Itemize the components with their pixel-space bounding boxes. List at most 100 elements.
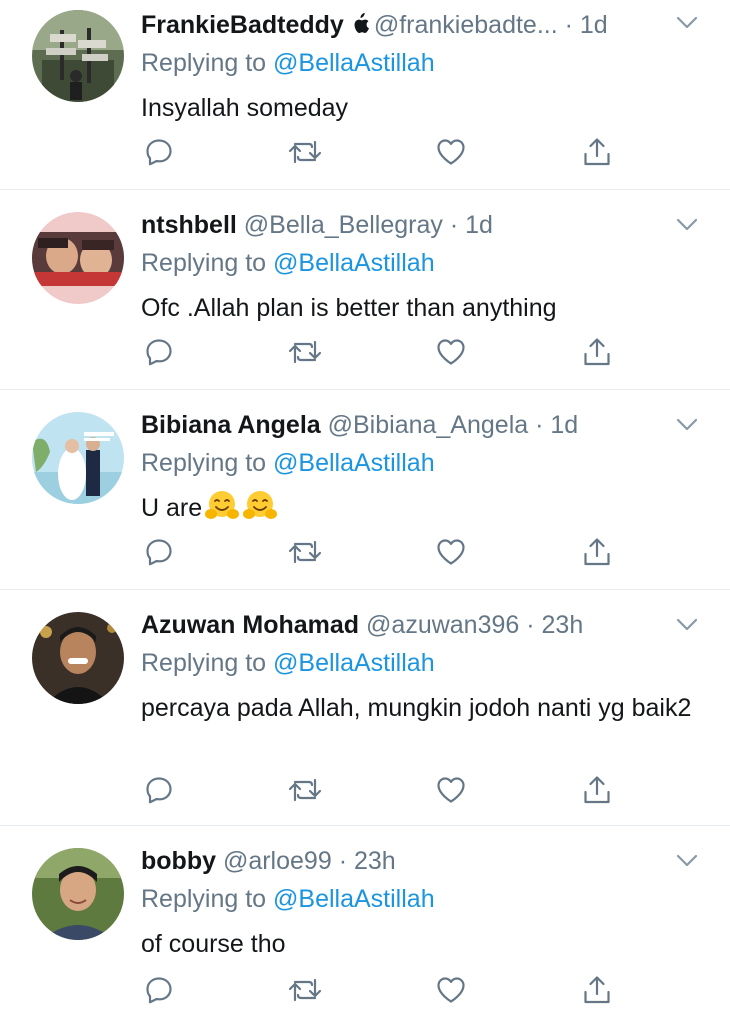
replying-to: Replying to @BellaAstillah (141, 884, 435, 914)
avatar[interactable] (32, 10, 124, 102)
reply-button[interactable] (143, 536, 175, 568)
mention-link[interactable]: @BellaAstillah (273, 249, 435, 277)
like-icon (437, 977, 465, 1003)
reply-tweet[interactable]: FrankieBadteddy @frankiebadte... · 1d Rep… (0, 0, 730, 190)
like-button[interactable] (435, 336, 467, 368)
chevron-down-icon[interactable] (676, 618, 698, 632)
mention-link[interactable]: @BellaAstillah (273, 885, 435, 913)
retweet-icon (288, 540, 322, 564)
like-icon (437, 139, 465, 165)
user-handle[interactable]: @frankiebadte... (374, 11, 558, 39)
timestamp[interactable]: · 23h (526, 611, 583, 639)
like-button[interactable] (435, 774, 467, 806)
replying-to: Replying to @BellaAstillah (141, 648, 435, 678)
replying-prefix: Replying to (141, 649, 274, 677)
share-icon (584, 338, 610, 366)
share-button[interactable] (581, 536, 613, 568)
chevron-down-icon[interactable] (676, 218, 698, 232)
mention-link[interactable]: @BellaAstillah (273, 49, 435, 77)
replying-to: Replying to @BellaAstillah (141, 448, 435, 478)
user-handle[interactable]: @Bibiana_Angela (328, 411, 529, 439)
avatar[interactable] (32, 412, 124, 504)
retweet-button[interactable] (287, 336, 323, 368)
hugging-face-emoji (242, 490, 278, 532)
display-name[interactable]: ntshbell (141, 211, 237, 239)
share-button[interactable] (581, 336, 613, 368)
reply-icon (146, 539, 172, 566)
reply-button[interactable] (143, 774, 175, 806)
tweet-text: percaya pada Allah, mungkin jodoh nanti … (141, 694, 692, 722)
retweet-button[interactable] (287, 136, 323, 168)
mention-link[interactable]: @BellaAstillah (273, 649, 435, 677)
share-button[interactable] (581, 774, 613, 806)
avatar[interactable] (32, 612, 124, 704)
tweet-text: of course tho (141, 930, 286, 958)
display-name[interactable]: Bibiana Angela (141, 411, 321, 439)
replying-to: Replying to @BellaAstillah (141, 248, 435, 278)
timestamp[interactable]: · 1d (535, 411, 578, 439)
retweet-button[interactable] (287, 536, 323, 568)
retweet-button[interactable] (287, 774, 323, 806)
like-icon (437, 339, 465, 365)
share-icon (584, 538, 610, 566)
tweet-text: U are (141, 494, 203, 522)
replying-prefix: Replying to (141, 49, 274, 77)
timestamp[interactable]: · 1d (450, 211, 493, 239)
share-icon (584, 138, 610, 166)
tweet-text: Ofc .Allah plan is better than anything (141, 294, 557, 322)
reply-icon (146, 139, 172, 166)
avatar[interactable] (32, 848, 124, 940)
hugging-face-emoji (204, 490, 240, 532)
like-icon (437, 777, 465, 803)
action-bar (141, 136, 620, 172)
reply-tweet[interactable]: Bibiana Angela @Bibiana_Angela · 1d Repl… (0, 390, 730, 590)
user-handle[interactable]: @arloe99 (223, 847, 332, 875)
display-name[interactable]: Azuwan Mohamad (141, 611, 359, 639)
replying-to: Replying to @BellaAstillah (141, 48, 435, 78)
replying-prefix: Replying to (141, 885, 274, 913)
timestamp[interactable]: · 1d (565, 11, 608, 39)
like-button[interactable] (435, 136, 467, 168)
share-icon (584, 776, 610, 804)
mention-link[interactable]: @BellaAstillah (273, 449, 435, 477)
chevron-down-icon[interactable] (676, 418, 698, 432)
action-bar (141, 336, 620, 372)
reply-button[interactable] (143, 974, 175, 1006)
avatar[interactable] (32, 212, 124, 304)
reply-tweet[interactable]: Azuwan Mohamad @azuwan396 · 23h Replying… (0, 590, 730, 826)
reply-icon (146, 977, 172, 1004)
replying-prefix: Replying to (141, 449, 274, 477)
action-bar (141, 974, 620, 1010)
tweet-header: Azuwan Mohamad @azuwan396 · 23h (141, 608, 670, 642)
display-name[interactable]: FrankieBadteddy (141, 11, 344, 39)
timestamp[interactable]: · 23h (339, 847, 396, 875)
share-button[interactable] (581, 136, 613, 168)
like-icon (437, 539, 465, 565)
like-button[interactable] (435, 974, 467, 1006)
user-handle[interactable]: @Bella_Bellegray (244, 211, 443, 239)
reply-tweet[interactable]: ntshbell @Bella_Bellegray · 1d Replying … (0, 190, 730, 390)
share-icon (584, 976, 610, 1004)
retweet-icon (288, 140, 322, 164)
apple-logo-icon (350, 10, 370, 42)
action-bar (141, 774, 620, 810)
reply-tweet[interactable]: bobby @arloe99 · 23h Replying to @BellaA… (0, 826, 730, 1024)
like-button[interactable] (435, 536, 467, 568)
tweet-header: FrankieBadteddy @frankiebadte... · 1d (141, 8, 670, 42)
retweet-icon (288, 340, 322, 364)
chevron-down-icon[interactable] (676, 16, 698, 30)
share-button[interactable] (581, 974, 613, 1006)
reply-button[interactable] (143, 336, 175, 368)
tweet-text: Insyallah someday (141, 94, 349, 122)
tweet-text-container: U are (141, 490, 700, 532)
retweet-icon (288, 978, 322, 1002)
reply-button[interactable] (143, 136, 175, 168)
chevron-down-icon[interactable] (676, 854, 698, 868)
display-name[interactable]: bobby (141, 847, 216, 875)
replying-prefix: Replying to (141, 249, 274, 277)
tweet-header: bobby @arloe99 · 23h (141, 844, 670, 878)
reply-icon (146, 339, 172, 366)
user-handle[interactable]: @azuwan396 (366, 611, 519, 639)
retweet-button[interactable] (287, 974, 323, 1006)
reply-icon (146, 777, 172, 804)
